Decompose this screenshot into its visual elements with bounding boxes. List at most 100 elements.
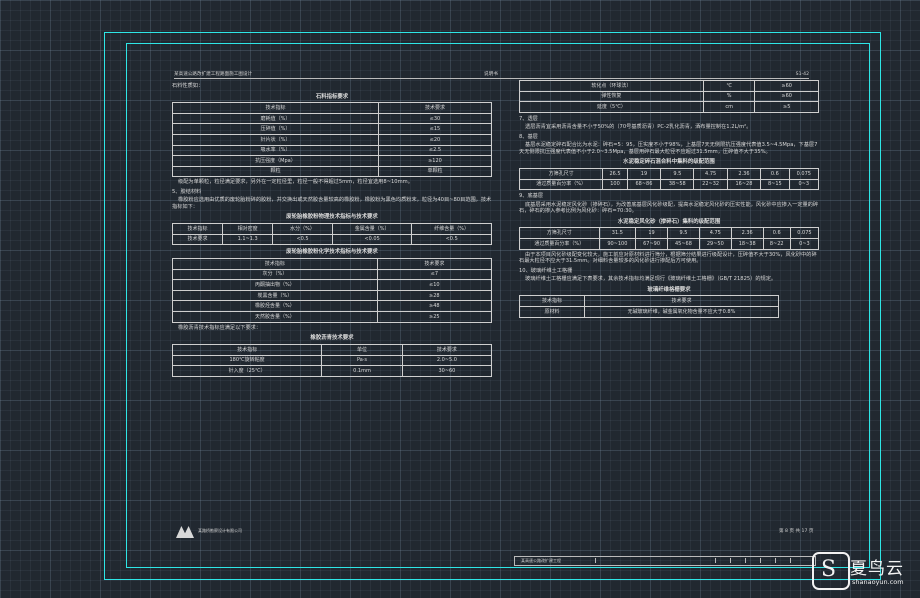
subbase-paragraph: 由于本项目风化砂级配变化较大，施工前应对原材料进行筛分，根据筛分结果进行级配设计…: [519, 251, 817, 265]
table-cell: 0~3: [788, 178, 820, 191]
title-block-divider: [760, 558, 761, 563]
asphalt-table: 技术指标 单位 技术要求 180℃旋转粘度 Pa·s 2.0~5.0 针入度（25℃…: [171, 343, 493, 377]
table-header-cell: 相对密度: [222, 223, 274, 235]
table-cell: <0.5: [272, 233, 333, 246]
section-8-heading: 8、基层: [519, 133, 538, 140]
section-7-paragraph: 透层沥青宜采用沥青含量不小于50%的（70号基质沥青）PC-2乳化沥青，洒布量控…: [525, 124, 752, 131]
table-row: 炭黑含量（%） ≥28: [172, 289, 493, 302]
table-cell: 67~90: [635, 238, 668, 250]
table-row: 天然胶含量（%） ≥25: [172, 311, 493, 323]
drawing-sheet[interactable]: 某高速公路改扩建工程路面施工图设计 说明书 S1-42 石料性质如： 石料指标要…: [129, 46, 866, 566]
table-cell: 无碱玻璃纤维，碱金属氧化物含量不应大于0.8%: [584, 306, 779, 318]
table-cell: ≥120: [377, 155, 493, 167]
table-header-cell: 技术要求: [377, 102, 493, 114]
table-cell: 22~32: [693, 178, 728, 191]
table-cell: %: [702, 90, 756, 103]
table-cell: ≥60: [754, 80, 819, 92]
table-cell: 软化点（环球法）: [519, 80, 704, 92]
table-cell: ≤7: [376, 268, 493, 281]
table-header-cell: 19: [626, 168, 662, 180]
table-cell: ≤2.5: [377, 144, 493, 157]
table-header-cell: 4.75: [698, 227, 732, 240]
table-cell: <0.5: [411, 233, 492, 246]
table-cell: 吸水率（%）: [172, 144, 379, 157]
table-header-row: 技术指标 单位 技术要求: [171, 343, 493, 356]
table-row: 橡胶烃含量（%） ≥48: [172, 300, 493, 313]
logo-text: 某路桥勘察设计有限公司: [198, 528, 242, 533]
table-cell: Pa·s: [321, 354, 403, 367]
header-doc-type: 说明书: [484, 72, 498, 77]
table-cell: 磨耗值（%）: [172, 112, 379, 125]
table-cell: 天然胶含量（%）: [172, 311, 378, 323]
section-7-heading: 7、透层: [519, 115, 538, 122]
table-row: 通过质量百分率（%） 100 68~86 38~58 22~32 16~28 8…: [518, 178, 820, 191]
table-row: 原材料 无碱玻璃纤维，碱金属氧化物含量不应大于0.8%: [519, 306, 779, 318]
table-header-cell: 0.075: [789, 227, 820, 240]
table-cell: 通过质量百分率（%）: [518, 178, 604, 191]
table-header-cell: 技术要求: [584, 295, 779, 307]
rubber-physical-table: 技术指标 相对密度 水分（%） 金属含量（%） 纤维含量（%） 技术要求 1.1…: [171, 223, 492, 246]
table-cell: ≥48: [376, 300, 493, 313]
table-cell: 68~86: [626, 178, 662, 191]
table-cell: 颗粒: [172, 165, 379, 178]
table-row: 技术要求 1.1~1.3 <0.5 <0.05 <0.5: [171, 233, 492, 246]
table-cell: 8~22: [762, 238, 791, 250]
table-cell: <0.05: [331, 233, 413, 246]
table-header-cell: 技术指标: [172, 102, 379, 114]
table-cell: 2.0~5.0: [401, 354, 493, 367]
table-row: 压碎值（%） ≤15: [172, 123, 493, 136]
table-cell: 针片状（%）: [172, 134, 379, 146]
table-header-cell: 0.075: [788, 168, 820, 180]
stone-table: 技术指标 技术要求 磨耗值（%） ≤30 压碎值（%） ≤15 针片状（%） ≤20 …: [172, 102, 493, 178]
asphalt-table-title: 橡胶沥青技术要求: [310, 335, 354, 342]
table-header-cell: 纤维含量（%）: [411, 223, 492, 235]
table-header-cell: 单位: [321, 343, 403, 356]
watermark-logo-icon: S: [812, 552, 850, 590]
table-cell: 通过质量百分率（%）: [519, 238, 600, 250]
section-10-heading: 10、玻璃纤维土工格栅: [519, 267, 573, 274]
page-number: 第 8 页 共 17 页: [779, 529, 814, 534]
table-cell: 弹性恢复: [519, 90, 704, 103]
chem-table-title: 废轮胎橡胶粉化学技术指标与技术要求: [286, 249, 378, 256]
table-cell: 8~15: [760, 178, 790, 191]
table-row: 针片状（%） ≤20: [172, 134, 493, 146]
table-header-row: 方筛孔尺寸 31.5 19 9.5 4.75 2.36 0.6 0.075: [519, 227, 820, 240]
header-project: 某高速公路改扩建工程路面施工图设计: [174, 72, 253, 77]
table-header-cell: 金属含量（%）: [331, 223, 413, 235]
table-header-cell: 4.75: [693, 168, 728, 180]
table-header-cell: 技术指标: [519, 295, 585, 307]
table-row: 丙酮抽出物（%） ≤10: [172, 279, 493, 291]
stone-note: 级配为单颗粒，粒径满足要求，另外在一定粒径里，粒径一般不得超过5mm，粒径宜选用…: [178, 179, 413, 186]
header-sheet-no: S1-42: [795, 72, 809, 77]
table-cell: 橡胶烃含量（%）: [172, 300, 378, 313]
table-cell: ℃: [702, 80, 756, 92]
watermark: S 夏鸟云 shanaoyun.com: [812, 550, 912, 594]
table-header-cell: 2.36: [726, 168, 762, 180]
title-block-divider: [730, 558, 731, 563]
watermark-name: 夏鸟云: [850, 559, 904, 579]
table-cell: 38~58: [660, 178, 695, 191]
table-row: 灰分（%） ≤7: [172, 268, 493, 281]
table-header-cell: 0.6: [760, 168, 790, 180]
table-cell: 针入度（25℃）: [171, 365, 323, 377]
table-cell: 延度（5℃）: [519, 101, 704, 113]
table-header-cell: 31.5: [598, 227, 637, 240]
table-cell: 45~68: [667, 238, 700, 250]
table-header-row: 技术指标 技术要求: [172, 102, 493, 114]
stone-table-title: 石料指标要求: [315, 93, 349, 100]
table-cell: 压碎值（%）: [172, 123, 379, 136]
table-row: 延度（5℃） cm ≥5: [519, 101, 819, 113]
table-cell: ≤30: [377, 112, 493, 125]
section-5-heading: 5、胶结材料: [172, 188, 202, 195]
table-cell: ≥5: [754, 101, 819, 113]
table-row: 颗粒 单颗粒: [172, 165, 493, 178]
table-cell: 29~50: [698, 238, 732, 250]
title-block-divider: [790, 558, 791, 563]
table-cell: 0.1mm: [321, 365, 403, 377]
table-header-cell: 技术指标: [171, 223, 224, 235]
table-header-cell: 19: [635, 227, 668, 240]
table-cell: ≤20: [377, 134, 493, 146]
table-cell: 100: [602, 178, 628, 191]
company-logo: 某路桥勘察设计有限公司: [176, 526, 286, 538]
table-row: 磨耗值（%） ≤30: [172, 112, 493, 125]
